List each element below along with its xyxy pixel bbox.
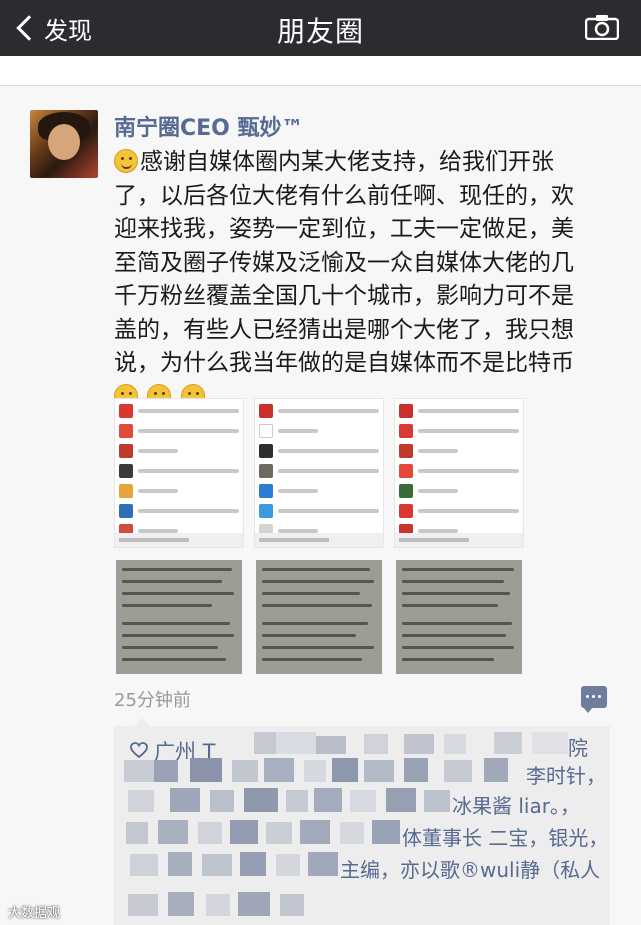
- likes-fragment: 李时针，: [526, 764, 606, 788]
- likes-section: 广州 T 院 李时针， 冰果酱 liar。， 体董事长 二宝，银光， 主编，亦以…: [114, 718, 610, 925]
- likes-fragment: 主编，亦以歌®wuli静（私人: [340, 858, 601, 882]
- page-title: 朋友圈: [276, 15, 364, 48]
- watermark: 大数据观: [8, 906, 61, 921]
- avatar-face: [48, 124, 80, 160]
- post-line-text: 感谢自媒体圈内某大佬支持，给我们开张: [140, 149, 554, 175]
- post-line: 说，为什么我当年做的是自媒体而不是比特币: [114, 350, 574, 376]
- image-thumbnail[interactable]: [256, 560, 382, 674]
- nav-bar: 发现 朋友圈: [0, 0, 641, 56]
- likes-fragment: 冰果酱 liar。，: [452, 794, 580, 818]
- image-thumbnail[interactable]: [254, 398, 384, 548]
- moments-feed: 南宁圈CEO 甄妙™ 感谢自媒体圈内某大佬支持，给我们开张 了，以后各位大佬有什…: [0, 86, 641, 925]
- image-thumbnail[interactable]: [116, 560, 242, 674]
- likes-fragment: 院: [568, 736, 588, 760]
- post-line: 迎来找我，姿势一定到位，工夫一定做足，美: [114, 216, 574, 242]
- post-line: 了，以后各位大佬有什么前任啊、现任的，欢: [114, 182, 574, 209]
- image-thumbnail[interactable]: [396, 560, 522, 674]
- likes-fragment: 体董事长 二宝，银光，: [402, 826, 609, 850]
- image-thumbnail[interactable]: [394, 398, 524, 548]
- post-line: 盖的，有些人已经猜出是哪个大佬了，我只想: [114, 316, 574, 343]
- post-line: 至简及圈子传媒及泛愉及一众自媒体大佬的几: [114, 249, 574, 276]
- post-text: 感谢自媒体圈内某大佬支持，给我们开张 了，以后各位大佬有什么前任啊、现任的，欢 …: [114, 146, 614, 414]
- camera-icon[interactable]: [585, 14, 619, 40]
- smile-emoji-icon: [114, 149, 138, 173]
- avatar[interactable]: [30, 110, 98, 178]
- heart-icon: [130, 742, 148, 758]
- post-author[interactable]: 南宁圈CEO 甄妙™: [114, 110, 304, 142]
- comment-button-icon[interactable]: [581, 686, 607, 713]
- post-timestamp: 25分钟前: [114, 690, 191, 711]
- post-line: 千万粉丝覆盖全国几十个城市，影响力可不是: [114, 283, 574, 309]
- image-thumbnail[interactable]: [114, 398, 244, 548]
- post-line: 感谢自媒体圈内某大佬支持，给我们开张: [114, 146, 614, 180]
- previous-post-edge: [0, 56, 641, 86]
